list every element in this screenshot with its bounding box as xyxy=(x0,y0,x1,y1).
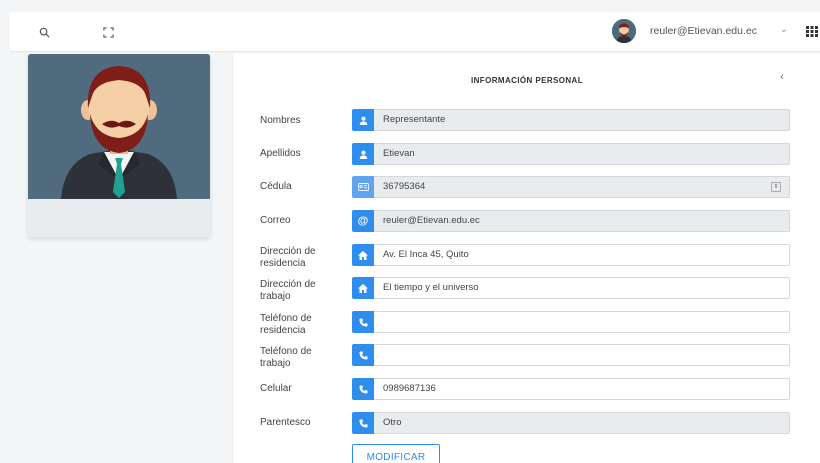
fullscreen-icon[interactable] xyxy=(98,22,118,42)
search-icon[interactable] xyxy=(34,22,54,42)
phone-icon xyxy=(352,378,374,400)
label-line: residencia xyxy=(260,258,306,269)
direccion-trabajo-field[interactable]: El tiempo y el universo xyxy=(374,277,790,299)
phone-icon xyxy=(352,412,374,434)
label-telefono-residencia: Teléfono de residencia xyxy=(260,313,350,337)
chevron-down-icon[interactable]: ⌄ xyxy=(780,24,788,35)
panel-title: INFORMACIÓN PERSONAL xyxy=(471,76,583,85)
top-bar: reuler@Etievan.edu.ec ⌄ xyxy=(10,12,820,52)
label-line: Dirección de xyxy=(260,279,316,290)
label-direccion-trabajo: Dirección de trabajo xyxy=(260,279,350,303)
user-email[interactable]: reuler@Etievan.edu.ec xyxy=(650,25,757,37)
label-apellidos: Apellidos xyxy=(260,148,301,159)
label-nombres: Nombres xyxy=(260,115,301,126)
label-celular: Celular xyxy=(260,383,292,394)
label-cedula: Cédula xyxy=(260,181,292,192)
phone-icon xyxy=(352,311,374,333)
modify-button[interactable]: MODIFICAR xyxy=(352,444,440,463)
celular-field[interactable]: 0989687136 xyxy=(374,378,790,400)
direccion-residencia-field[interactable]: Av. El Inca 45, Quito xyxy=(374,244,790,266)
collapse-icon[interactable]: ‹ xyxy=(775,71,789,85)
grid-icon[interactable] xyxy=(806,24,820,38)
profile-card-footer xyxy=(28,199,210,237)
label-direccion-residencia: Dirección de residencia xyxy=(260,246,350,270)
parentesco-field[interactable]: Otro xyxy=(374,412,790,434)
telefono-residencia-field[interactable] xyxy=(374,311,790,333)
home-icon xyxy=(352,277,374,299)
label-line: Teléfono de xyxy=(260,346,312,357)
user-icon xyxy=(352,143,374,165)
label-telefono-trabajo: Teléfono de trabajo xyxy=(260,346,350,370)
cedula-value: 36795364 xyxy=(383,181,426,192)
phone-icon xyxy=(352,344,374,366)
user-avatar[interactable] xyxy=(612,19,636,43)
label-parentesco: Parentesco xyxy=(260,417,311,428)
personal-info-panel: INFORMACIÓN PERSONAL ‹ Nombres Represent… xyxy=(232,54,820,463)
label-line: trabajo xyxy=(260,291,291,302)
correo-field[interactable]: reuler@Etievan.edu.ec xyxy=(374,210,790,232)
at-icon: @ xyxy=(352,210,374,232)
profile-card xyxy=(28,54,210,237)
home-icon xyxy=(352,244,374,266)
profile-avatar xyxy=(28,54,210,199)
label-line: residencia xyxy=(260,325,306,336)
label-line: Teléfono de xyxy=(260,313,312,324)
label-line: trabajo xyxy=(260,358,291,369)
user-icon xyxy=(352,109,374,131)
label-correo: Correo xyxy=(260,215,291,226)
cedula-field[interactable]: 36795364 ⇕ xyxy=(374,176,790,198)
id-card-icon xyxy=(352,176,374,198)
nombres-field[interactable]: Representante xyxy=(374,109,790,131)
telefono-trabajo-field[interactable] xyxy=(374,344,790,366)
label-line: Dirección de xyxy=(260,246,316,257)
apellidos-field[interactable]: Etievan xyxy=(374,143,790,165)
number-spinner-icon[interactable]: ⇕ xyxy=(771,182,781,192)
